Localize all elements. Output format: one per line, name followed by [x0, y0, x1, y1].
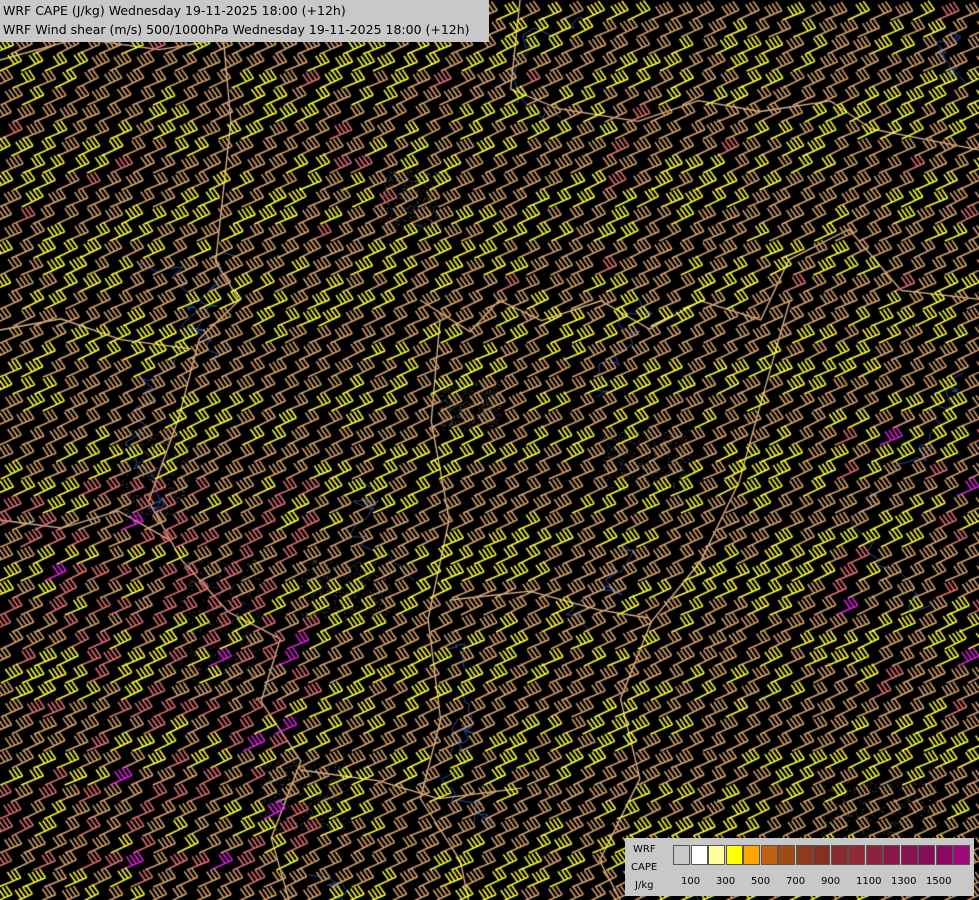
legend-swatch — [725, 845, 743, 865]
legend-tick: 700 — [786, 876, 806, 887]
legend-tick: 100 — [681, 876, 701, 887]
wind-shear-barb-map — [0, 0, 979, 900]
legend-tick: 300 — [716, 876, 736, 887]
legend-swatch — [865, 845, 883, 865]
legend-swatch — [935, 845, 953, 865]
wind-shear-title: WRF Wind shear (m/s) 500/1000hPa Wednesd… — [3, 22, 470, 37]
legend-swatch — [953, 845, 970, 865]
legend-swatch — [813, 845, 830, 865]
legend-swatch — [900, 845, 918, 865]
legend-tick: 1500 — [926, 876, 952, 887]
legend-swatch — [918, 845, 935, 865]
legend-tick: 500 — [751, 876, 771, 887]
legend-tick: 900 — [821, 876, 841, 887]
legend-swatch — [795, 845, 813, 865]
legend-field-label: CAPE — [631, 862, 658, 873]
legend-swatch — [848, 845, 865, 865]
legend-tick: 1100 — [856, 876, 882, 887]
map-title-box: WRF CAPE (J/kg) Wednesday 19-11-2025 18:… — [0, 0, 489, 42]
legend-swatch — [830, 845, 848, 865]
legend-tick: 1300 — [891, 876, 917, 887]
legend-swatch — [690, 845, 708, 865]
legend-unit-label: J/kg — [635, 880, 654, 891]
cape-legend: WRF CAPE J/kg 100 300 500 700 900 1100 1300 150… — [625, 838, 974, 896]
legend-model-label: WRF — [633, 844, 656, 855]
legend-swatch — [760, 845, 778, 865]
legend-swatch — [708, 845, 725, 865]
legend-swatch — [883, 845, 900, 865]
cape-title: WRF CAPE (J/kg) Wednesday 19-11-2025 18:… — [3, 3, 346, 18]
legend-swatch — [778, 845, 795, 865]
legend-swatch — [743, 845, 760, 865]
legend-swatch — [673, 845, 690, 865]
